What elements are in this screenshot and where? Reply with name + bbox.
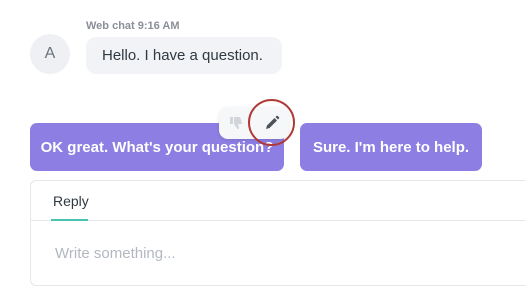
pencil-icon[interactable] (263, 114, 281, 132)
composer-tab-bar: Reply (31, 181, 526, 221)
chat-timestamp: Web chat 9:16 AM (86, 20, 180, 32)
tab-reply-underline (51, 219, 88, 221)
thumbs-down-icon[interactable] (227, 114, 245, 132)
message-actions-toolbar (219, 107, 289, 139)
reply-input[interactable] (55, 243, 525, 263)
suggested-reply-button[interactable]: Sure. I'm here to help. (300, 123, 482, 171)
reply-composer: Reply (30, 180, 526, 286)
tab-reply[interactable]: Reply (53, 193, 89, 209)
incoming-message-bubble: Hello. I have a question. (86, 37, 282, 74)
avatar: A (30, 34, 70, 74)
